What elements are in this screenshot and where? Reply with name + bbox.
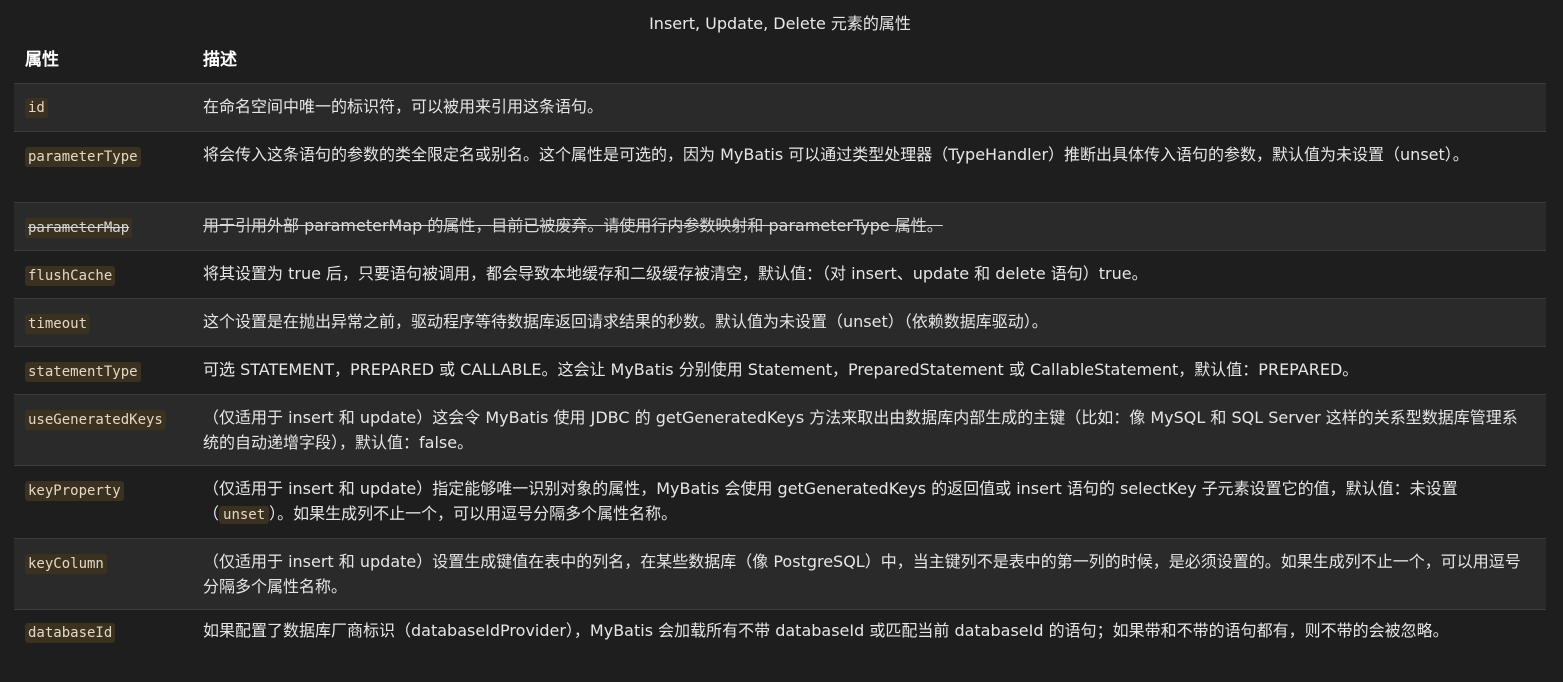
- table-caption: Insert, Update, Delete 元素的属性: [649, 14, 911, 33]
- table-row: useGeneratedKeys （仅适用于 insert 和 update）这…: [14, 395, 1546, 466]
- desc-keyproperty-text-after: ）。如果生成列不止一个，可以用逗号分隔多个属性名称。: [269, 504, 678, 523]
- attr-id: id: [25, 98, 48, 118]
- table-row: id 在命名空间中唯一的标识符，可以被用来引用这条语句。: [14, 84, 1546, 132]
- header-attr: 属性: [25, 50, 59, 70]
- desc-keyproperty-code: unset: [219, 506, 270, 524]
- desc-databaseid: 如果配置了数据库厂商标识（databaseIdProvider），MyBatis…: [203, 621, 1449, 640]
- attr-databaseid: databaseId: [25, 623, 116, 643]
- desc-keycolumn: （仅适用于 insert 和 update）设置生成键值在表中的列名，在某些数据…: [203, 552, 1521, 596]
- table-row: keyColumn （仅适用于 insert 和 update）设置生成键值在表…: [14, 539, 1546, 610]
- desc-parametertype: 将会传入这条语句的参数的类全限定名或别名。这个属性是可选的，因为 MyBatis…: [203, 145, 1469, 164]
- desc-usegeneratedkeys: （仅适用于 insert 和 update）这会令 MyBatis 使用 JDB…: [203, 408, 1518, 452]
- attributes-table: 属性 描述 id 在命名空间中唯一的标识符，可以被用来引用这条语句。 param…: [14, 36, 1546, 681]
- attr-keycolumn: keyColumn: [25, 554, 107, 574]
- table-row: parameterType 将会传入这条语句的参数的类全限定名或别名。这个属性是…: [14, 132, 1546, 203]
- desc-parametermap: 用于引用外部 parameterMap 的属性，目前已被废弃。请使用行内参数映射…: [203, 216, 943, 235]
- desc-timeout: 这个设置是在抛出异常之前，驱动程序等待数据库返回请求结果的秒数。默认值为未设置（…: [203, 312, 1048, 331]
- desc-statementtype: 可选 STATEMENT，PREPARED 或 CALLABLE。这会让 MyB…: [203, 360, 1359, 379]
- attr-usegeneratedkeys: useGeneratedKeys: [25, 410, 166, 430]
- table-header: 属性 描述: [14, 36, 1546, 84]
- attr-keyproperty: keyProperty: [25, 481, 124, 501]
- table-row: parameterMap 用于引用外部 parameterMap 的属性，目前已…: [14, 203, 1546, 251]
- table-row: statementType 可选 STATEMENT，PREPARED 或 CA…: [14, 347, 1546, 395]
- attr-parametertype: parameterType: [25, 147, 141, 167]
- desc-flushcache: 将其设置为 true 后，只要语句被调用，都会导致本地缓存和二级缓存被清空，默认…: [203, 264, 1148, 283]
- attr-statementtype: statementType: [25, 362, 141, 382]
- attr-timeout: timeout: [25, 314, 91, 334]
- attr-parametermap: parameterMap: [25, 218, 133, 238]
- table-row: timeout 这个设置是在抛出异常之前，驱动程序等待数据库返回请求结果的秒数。…: [14, 299, 1546, 347]
- table-row: databaseId 如果配置了数据库厂商标识（databaseIdProvid…: [14, 610, 1546, 681]
- attr-flushcache: flushCache: [25, 266, 116, 286]
- header-desc: 描述: [203, 50, 237, 70]
- table-row: keyProperty （仅适用于 insert 和 update）指定能够唯一…: [14, 466, 1546, 539]
- table-row: flushCache 将其设置为 true 后，只要语句被调用，都会导致本地缓存…: [14, 251, 1546, 299]
- desc-keyproperty: （仅适用于 insert 和 update）指定能够唯一识别对象的属性，MyBa…: [203, 476, 1532, 528]
- desc-id: 在命名空间中唯一的标识符，可以被用来引用这条语句。: [203, 97, 604, 116]
